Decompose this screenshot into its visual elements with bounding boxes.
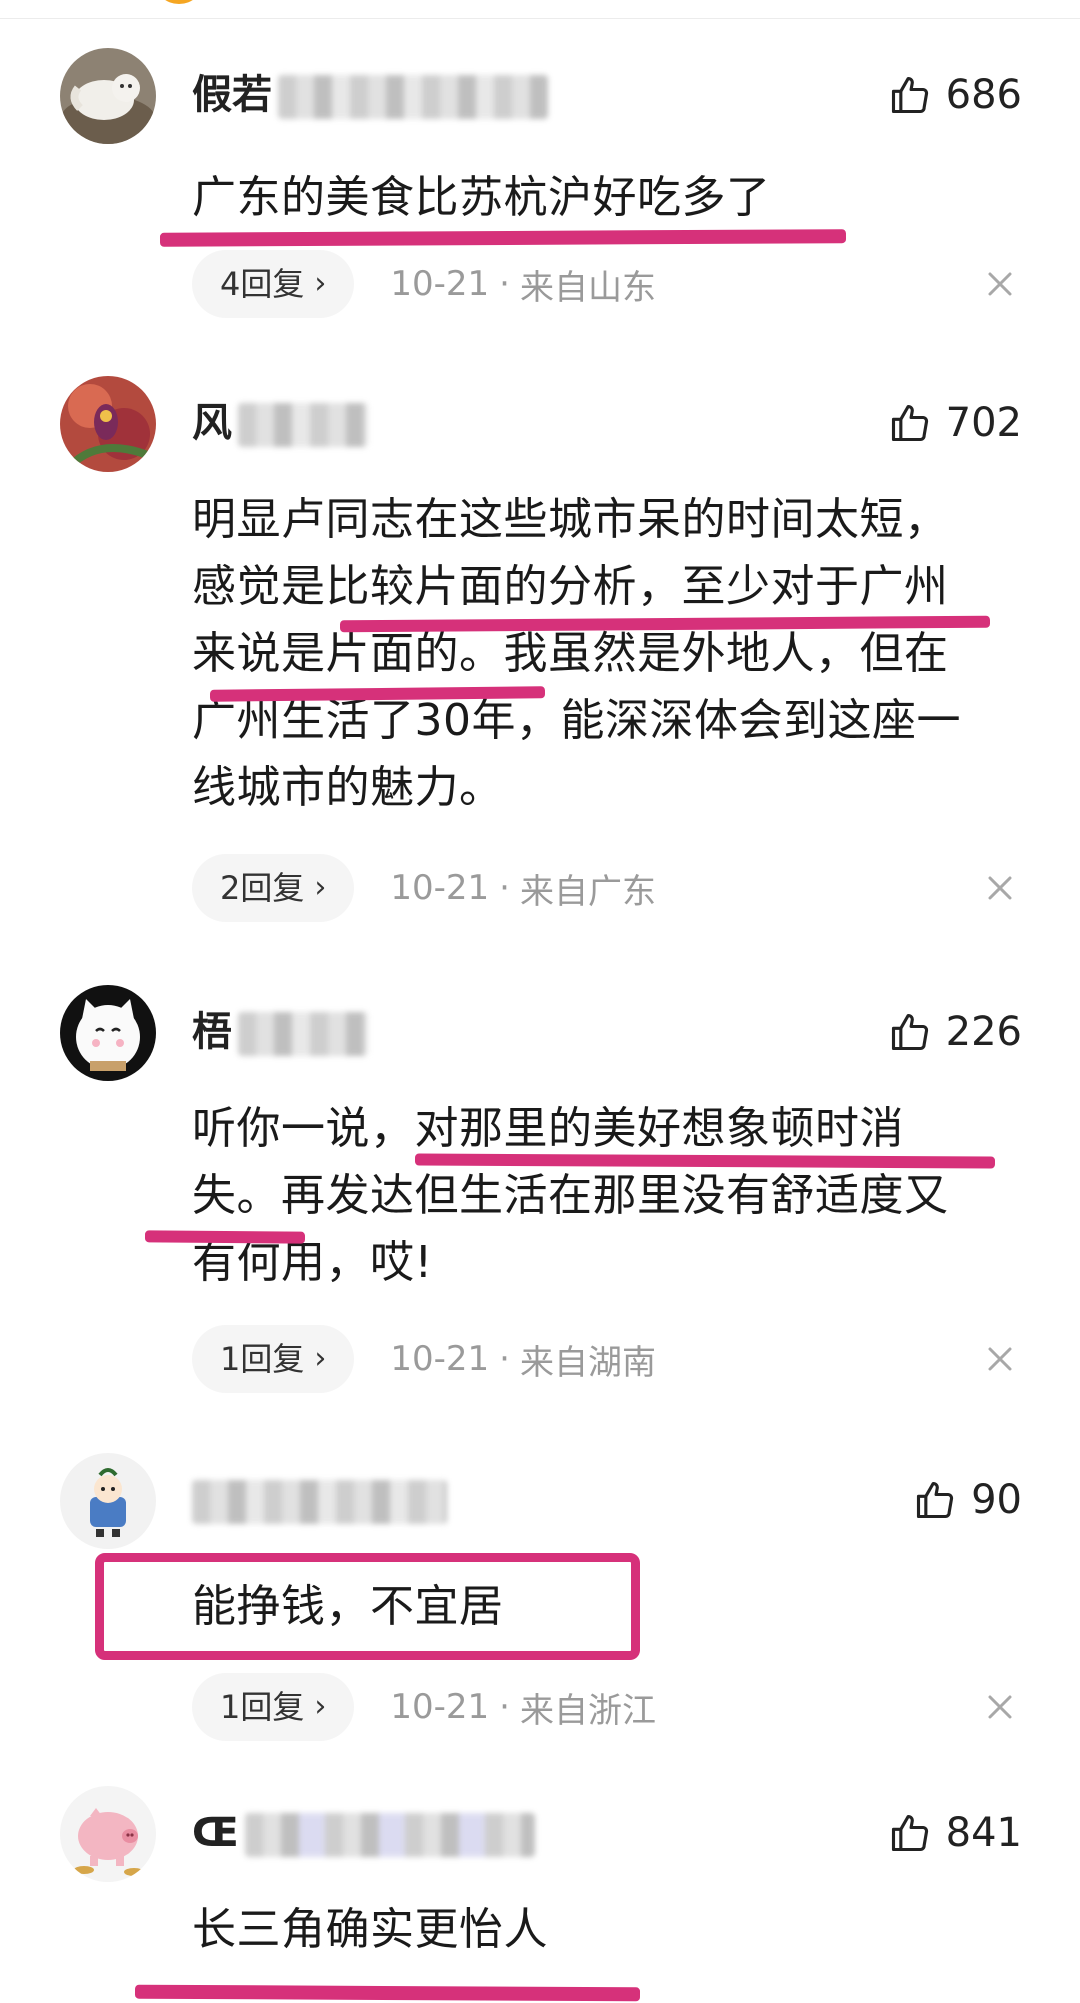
avatar[interactable] <box>60 376 156 472</box>
blurred-username <box>192 1480 447 1524</box>
username[interactable]: 假若 <box>192 70 548 120</box>
reply-button[interactable]: 1回复 › <box>192 1325 355 1393</box>
reply-count: 1回复 <box>220 1688 305 1726</box>
comment-meta: 1回复 › 10-21 · 来自浙江 <box>192 1673 656 1741</box>
chevron-right-icon: › <box>314 1689 327 1724</box>
comment-line: 能挣钱，不宜居 <box>192 1581 504 1632</box>
avatar[interactable] <box>60 1453 156 1549</box>
like-button[interactable]: 686 <box>888 70 1022 120</box>
close-icon[interactable] <box>980 264 1020 304</box>
username-text: 梧 <box>192 1009 232 1055</box>
close-icon[interactable] <box>980 1687 1020 1727</box>
comment-text: 能挣钱，不宜居 <box>192 1573 1022 1640</box>
close-icon[interactable] <box>980 1339 1020 1379</box>
reply-button[interactable]: 1回复 › <box>192 1673 355 1741</box>
username[interactable]: 梧 <box>192 1007 368 1057</box>
highlight-underline <box>159 229 847 247</box>
thumbs-up-icon <box>888 73 932 117</box>
like-count: 686 <box>945 72 1022 118</box>
previous-content-edge <box>0 0 1080 19</box>
comment-date: 10-21 <box>390 264 490 304</box>
like-count: 226 <box>945 1009 1022 1055</box>
separator-dot: · <box>499 1687 510 1727</box>
blurred-username <box>238 403 368 447</box>
like-button[interactable]: 90 <box>913 1475 1022 1525</box>
thumbs-up-icon <box>888 1010 932 1054</box>
like-count: 702 <box>945 400 1022 446</box>
comment-text: 明显卢同志在这些城市呆的时间太短， 感觉是比较片面的分析，至少对于广州 来说是片… <box>192 486 1022 821</box>
username[interactable]: Œ <box>192 1808 535 1858</box>
comment-line: 听你一说，对那里的美好想象顿时消 <box>192 1103 904 1154</box>
like-button[interactable]: 702 <box>888 398 1022 448</box>
close-icon[interactable] <box>980 868 1020 908</box>
reply-button[interactable]: 2回复 › <box>192 854 355 922</box>
avatar[interactable] <box>60 1786 156 1882</box>
username[interactable] <box>192 1475 447 1525</box>
username-text: Œ <box>192 1810 239 1856</box>
comment-date: 10-21 <box>390 868 490 908</box>
comment-meta: 2回复 › 10-21 · 来自广东 <box>192 854 656 922</box>
comment-text: 广东的美食比苏杭沪好吃多了 <box>192 164 1022 231</box>
separator-dot: · <box>499 264 510 304</box>
reply-count: 1回复 <box>220 1340 305 1378</box>
reply-button[interactable]: 4回复 › <box>192 250 355 318</box>
comment-location: 来自山东 <box>519 267 656 308</box>
reply-count: 2回复 <box>220 869 305 907</box>
comment-line: 失。再发达但生活在那里没有舒适度又 <box>192 1170 949 1221</box>
reply-count: 4回复 <box>220 265 305 303</box>
comment-location: 来自浙江 <box>519 1690 656 1731</box>
comment-line: 明显卢同志在这些城市呆的时间太短， <box>192 494 949 545</box>
thumbs-up-icon <box>888 401 932 445</box>
like-count: 90 <box>971 1477 1022 1523</box>
separator-dot: · <box>499 1339 510 1379</box>
username-text: 假若 <box>192 72 272 118</box>
like-button[interactable]: 841 <box>888 1808 1022 1858</box>
comment-line: 长三角确实更怡人 <box>192 1904 548 1955</box>
comment-date: 10-21 <box>390 1339 490 1379</box>
like-count: 841 <box>945 1810 1022 1856</box>
blurred-username <box>278 75 548 119</box>
comment-location: 来自广东 <box>519 871 656 912</box>
blurred-username <box>238 1012 368 1056</box>
separator-dot: · <box>499 868 510 908</box>
chevron-right-icon: › <box>314 870 327 905</box>
username-text: 风 <box>192 400 232 446</box>
comment-meta: 1回复 › 10-21 · 来自湖南 <box>192 1325 656 1393</box>
avatar[interactable] <box>60 985 156 1081</box>
thumbs-up-icon <box>913 1478 957 1522</box>
comment-line: 线城市的魅力。 <box>192 762 504 813</box>
comment-meta: 4回复 › 10-21 · 来自山东 <box>192 250 656 318</box>
chevron-right-icon: › <box>314 1341 327 1376</box>
chevron-right-icon: › <box>314 266 327 301</box>
username[interactable]: 风 <box>192 398 368 448</box>
comment-line: 感觉是比较片面的分析，至少对于广州 <box>192 561 949 612</box>
like-button[interactable]: 226 <box>888 1007 1022 1057</box>
comment-location: 来自湖南 <box>519 1342 656 1383</box>
comment-text: 听你一说，对那里的美好想象顿时消 失。再发达但生活在那里没有舒适度又 有何用，哎… <box>192 1095 1022 1296</box>
highlight-underline <box>134 1984 641 2002</box>
avatar[interactable] <box>60 48 156 144</box>
comment-date: 10-21 <box>390 1687 490 1727</box>
blurred-username <box>244 1813 535 1857</box>
comment-line: 有何用，哎! <box>192 1237 433 1288</box>
highlight-underline <box>144 1230 306 1244</box>
comment-text: 长三角确实更怡人 <box>192 1896 1022 1963</box>
comment-line: 广东的美食比苏杭沪好吃多了 <box>192 172 771 223</box>
thumbs-up-icon <box>888 1811 932 1855</box>
